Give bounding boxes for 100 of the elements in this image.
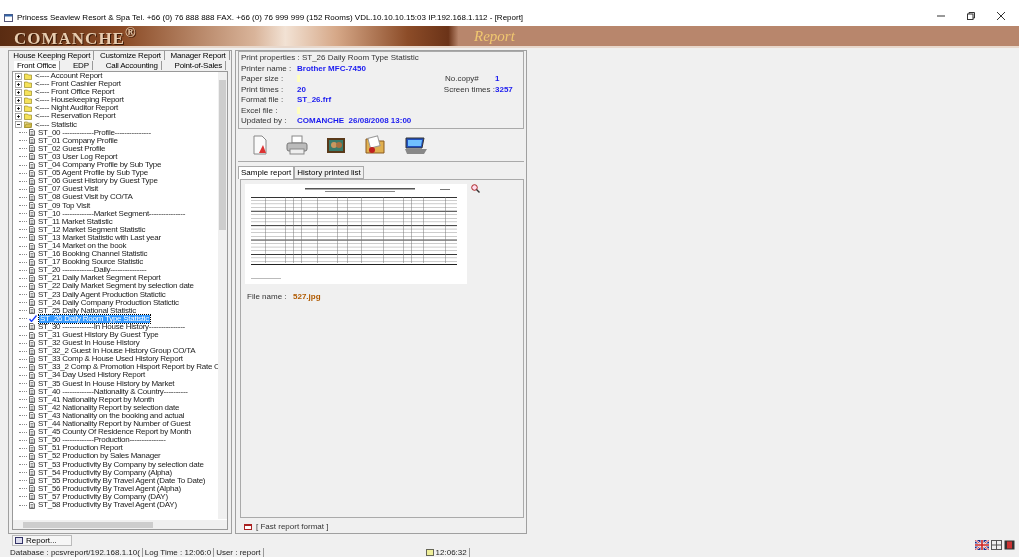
tree-item[interactable]: ST_52 Production by Sales Manager — [37, 452, 162, 461]
field-label: Format file : — [241, 95, 285, 104]
zoom-icon[interactable] — [471, 184, 480, 193]
tree-item[interactable]: ST_31 Guest History By Guest Type — [37, 331, 160, 340]
tree-item[interactable]: ST_43 Nationality on the booking and actual — [37, 411, 186, 421]
report-tab[interactable]: House Keeping Report — [10, 51, 95, 61]
report-tab[interactable]: Point-of-Sales — [171, 60, 227, 70]
tree-item[interactable]: ST_06 Guest History by Guest Type — [37, 177, 159, 186]
tree-item[interactable]: ST_40 -------------Nationality & Country---------- — [37, 387, 189, 396]
field-label: Updated by : — [241, 116, 288, 125]
tree-item[interactable]: ST_16 Booking Channel Statistic — [37, 250, 149, 259]
tree-item[interactable]: ST_56 Productivity By Travel Agent (Alpha) — [37, 484, 182, 493]
tree-item[interactable]: ST_11 Market Statistic — [37, 217, 114, 226]
tree-item[interactable]: ST_32_2 Guest In House History Group CO/TA — [37, 347, 197, 356]
tree-item[interactable]: ST_42 Nationality Report by selection date — [37, 403, 181, 412]
picture-frame-icon[interactable] — [326, 135, 346, 155]
tree-item[interactable]: ST_57 Productivity By Company (DAY) — [37, 492, 169, 501]
excel-file-field — [297, 106, 300, 114]
tree-item[interactable]: ST_34 Day Used History Report — [37, 371, 146, 380]
expand-icon[interactable] — [15, 104, 22, 112]
tree-item[interactable]: <---- Statistic — [34, 120, 78, 129]
tree-item[interactable]: ST_23 Daily Agent Production Statictic — [37, 290, 167, 299]
tree-item[interactable]: <---- Account Report — [34, 72, 104, 81]
status-text: 12:06:32 — [435, 547, 470, 557]
report-tab[interactable]: Call Accounting — [102, 60, 162, 70]
tree-item[interactable]: <---- Housekeeping Report — [34, 96, 125, 105]
field-label: Printer name : — [241, 63, 293, 73]
tree-item[interactable]: ST_50 -------------Production--------------- — [37, 436, 167, 445]
status-text: Log Time : 12:06:0 — [144, 547, 215, 557]
paper-size-field — [297, 75, 300, 82]
document-icon[interactable] — [252, 135, 268, 155]
tree-item[interactable]: ST_30 -------------In House History--------------- — [37, 322, 187, 331]
tree-item[interactable]: ST_20 -------------Daily--------------- — [37, 266, 148, 275]
tree-item[interactable]: ST_25 Daily National Statistic — [37, 306, 137, 315]
expand-icon[interactable] — [15, 88, 22, 96]
tree-item[interactable]: ST_44 Nationality Report by Number of Guest — [37, 420, 192, 429]
tree-item[interactable]: ST_09 Top Visit — [37, 201, 91, 210]
format-note: [ Fast report format ] — [256, 522, 329, 531]
tree-item[interactable]: <---- Front Cashier Report — [34, 80, 122, 89]
folder-icon[interactable] — [364, 135, 386, 155]
tree-item[interactable]: ST_10 -------------Market Segment--------------- — [37, 209, 187, 218]
tree-item[interactable]: ST_51 Production Report — [37, 444, 124, 453]
tree-item[interactable]: ST_24 Daily Company Production Statictic — [37, 298, 180, 307]
tree-item[interactable]: ST_58 Productivity By Travel Agent (DAY) — [37, 500, 178, 510]
check-icon — [29, 315, 37, 323]
report-tab[interactable]: EDP — [69, 60, 93, 70]
report-taskbar-button[interactable]: Report... — [12, 535, 72, 546]
minimize-icon[interactable] — [937, 12, 945, 20]
field-value: Brother MFC-7450 — [297, 63, 366, 73]
grid-icon[interactable] — [991, 539, 1002, 550]
flag-icon[interactable] — [975, 539, 989, 550]
expand-icon[interactable] — [15, 72, 22, 80]
printer-icon[interactable] — [286, 135, 308, 155]
tree-item[interactable]: ST_17 Booking Source Statistic — [37, 258, 144, 267]
tree-item[interactable]: ST_21 Daily Market Segment Report — [37, 274, 162, 283]
status-text: Database : pcsvreport/192.168.1.10( — [10, 547, 143, 557]
tree-item[interactable]: ST_41 Nationality Report by Month — [37, 395, 156, 404]
close-icon[interactable] — [997, 12, 1005, 20]
report-tab[interactable]: Front Office — [13, 60, 61, 70]
tree-item[interactable]: ST_12 Market Segment Statistic — [37, 225, 147, 234]
tree-item[interactable]: <---- Front Office Report — [34, 88, 116, 97]
preview-tab[interactable]: History printed list — [294, 166, 364, 179]
field-value: COMANCHE 26/08/2008 13:00 — [297, 116, 412, 125]
tree-item[interactable]: ST_45 County Of Residence Report by Month — [37, 428, 192, 437]
group-title: Print properties : ST_26 Daily Room Type Statistic — [241, 53, 420, 62]
tree-item[interactable]: ST_05 Agent Profile by Sub Type — [37, 169, 149, 178]
tree-item[interactable]: ST_35 Guest In House History by Market — [37, 379, 176, 388]
tree-item[interactable]: ST_08 Guest Visit by CO/TA — [37, 193, 134, 202]
field-value: 527.jpg — [293, 292, 321, 301]
expand-icon[interactable] — [15, 80, 22, 88]
tree-item[interactable]: ST_00 -------------Profile--------------- — [37, 128, 152, 137]
monitor-icon[interactable] — [404, 135, 428, 155]
tree-item[interactable]: ST_54 Productivity By Company (Alpha) — [37, 468, 173, 477]
tree-item[interactable]: ST_14 Market on the book — [37, 241, 128, 251]
tree-item[interactable]: <---- Reservation Report — [34, 112, 117, 121]
maximize-icon[interactable] — [967, 12, 975, 20]
tree-item[interactable]: ST_53 Productivity By Company by selection date — [37, 460, 205, 469]
tree-item[interactable]: ST_13 Market Statistic with Last year — [37, 233, 162, 242]
tree-item[interactable]: <---- Night Auditor Report — [34, 104, 120, 113]
collapse-icon[interactable] — [15, 121, 22, 129]
tree-item[interactable]: ST_22 Daily Market Segment by selection date — [37, 282, 195, 291]
field-label: No.copy# — [445, 74, 480, 83]
report-tab[interactable]: Customize Report — [97, 51, 165, 61]
window-title: Princess Seaview Resort & Spa Tel. +66 (0) 76 888 888 FAX. +66 (0) 76 999 999 (152 Rooms) VDL.10.10.10.15:03 IP.192.168.1.112 - [Report] — [17, 13, 525, 22]
tree-item[interactable]: ST_03 User Log Report — [37, 152, 119, 162]
expand-icon[interactable] — [15, 96, 22, 104]
expand-icon[interactable] — [15, 113, 22, 120]
preview-tab[interactable]: Sample report — [238, 166, 295, 179]
tree-item[interactable]: ST_01 Company Profile — [37, 136, 119, 145]
tree-item[interactable]: ST_32 Guest In House History — [37, 339, 141, 348]
tree-item[interactable]: ST_02 Guest Profile — [37, 144, 107, 153]
window-icon — [15, 537, 23, 544]
tree-item[interactable]: ST_55 Productivity By Travel Agent (Date To Date) — [37, 476, 207, 485]
report-format-icon — [244, 523, 252, 530]
tree-item[interactable]: ST_07 Guest Visit — [37, 185, 100, 194]
field-value: 1 — [495, 74, 501, 83]
module-title: Report — [474, 27, 515, 45]
tree-item[interactable]: ST_04 Company Profile by Sub Type — [37, 161, 163, 170]
tree-item[interactable]: ST_33 Comp & House Used History Report — [37, 355, 184, 364]
report-tab[interactable]: Manager Report — [167, 51, 230, 61]
